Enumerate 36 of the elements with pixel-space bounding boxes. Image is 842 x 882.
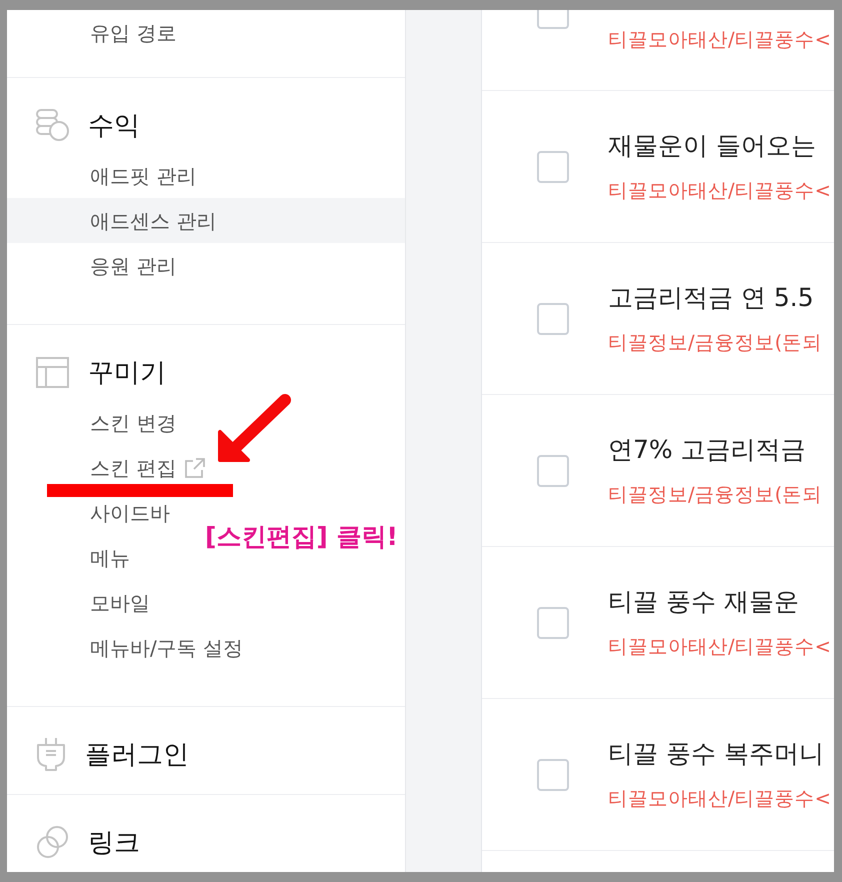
post-title[interactable]: 티끌 풍수 재물운 <box>608 584 831 620</box>
layout-icon <box>36 356 69 388</box>
post-title[interactable]: 연7% 고금리적금 <box>608 432 822 468</box>
checkbox[interactable] <box>537 758 569 790</box>
sidebar-item[interactable]: 스킨 변경 <box>90 408 176 438</box>
sidebar-section-header[interactable]: 플러그인 <box>7 736 405 772</box>
sidebar-item[interactable]: 모바일 <box>90 588 150 618</box>
sidebar-section-header[interactable]: 수익 <box>7 107 405 143</box>
sidebar-item[interactable]: 메뉴바/구독 설정 <box>90 632 244 662</box>
sidebar-item[interactable]: 메뉴 <box>90 542 130 572</box>
sidebar-section-header[interactable]: 링크 <box>7 824 405 860</box>
plug-icon <box>36 737 66 771</box>
sidebar-item[interactable]: 애드센스 관리 <box>90 206 216 236</box>
post-category: 티끌모아태산/티끌풍수< <box>608 634 831 660</box>
coins-icon <box>36 109 69 141</box>
link-icon <box>36 825 69 859</box>
checkbox[interactable] <box>537 150 569 182</box>
sidebar-item[interactable]: 응원 관리 <box>90 250 176 280</box>
annotation-text: [스킨편집] 클릭! <box>205 522 398 552</box>
post-category: 티끌정보/금융정보(돈되 <box>608 330 822 356</box>
sidebar-section-header[interactable]: 꾸미기 <box>7 354 405 390</box>
sidebar-item[interactable]: 유입 경로 <box>90 18 176 48</box>
post-title[interactable]: 고금리적금 연 5.5 <box>608 280 822 316</box>
post-category: 티끌모아태산/티끌풍수< <box>608 786 831 812</box>
checkbox[interactable] <box>537 606 569 638</box>
post-title[interactable]: 티끌 풍수 복주머니 <box>608 736 831 772</box>
checkbox[interactable] <box>537 454 569 486</box>
post-category: 티끌모아태산/티끌풍수< <box>608 27 831 53</box>
checkbox[interactable] <box>537 10 569 29</box>
checkbox[interactable] <box>537 302 569 334</box>
sidebar-item[interactable]: 사이드바 <box>90 498 170 528</box>
post-category: 티끌정보/금융정보(돈되 <box>608 482 822 508</box>
sidebar-item[interactable]: 애드핏 관리 <box>90 160 196 190</box>
post-title[interactable]: 재물운이 들어오는 <box>608 128 831 164</box>
sidebar-item[interactable]: 스킨 편집 <box>90 452 206 482</box>
post-category: 티끌모아태산/티끌풍수< <box>608 178 831 204</box>
